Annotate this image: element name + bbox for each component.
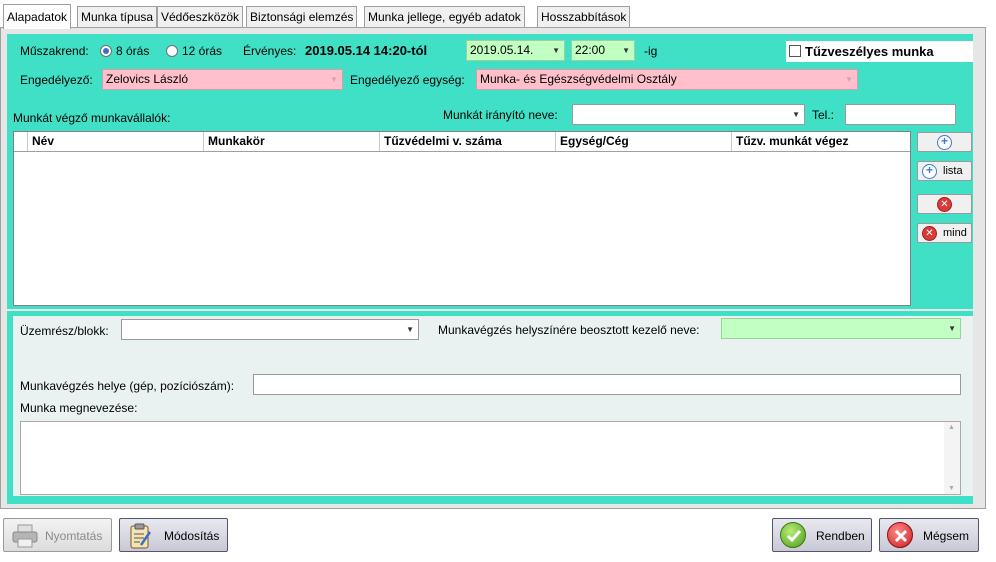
ok-label: Rendben — [816, 529, 865, 543]
validity-to-date-value: 2019.05.14. — [470, 43, 534, 57]
plant-unit-select[interactable]: ▼ — [121, 319, 419, 340]
shift-8-label[interactable]: 8 órás — [116, 44, 149, 58]
site-operator-label: Munkavégzés helyszínére beosztott kezelő… — [438, 323, 700, 337]
work-location-label: Munkavégzés helye (gép, pozíciószám): — [20, 379, 235, 393]
approver-unit-select[interactable]: Munka- és Egészségvédelmi Osztály ▼ — [476, 69, 858, 90]
chevron-down-icon[interactable]: ▼ — [792, 105, 800, 124]
cancel-label: Mégsem — [923, 529, 970, 543]
supervisor-label: Munkát irányító neve: — [443, 108, 558, 122]
close-icon — [887, 522, 913, 548]
col-egyseg[interactable]: Egység/Cég — [556, 132, 732, 151]
approver-unit-label: Engedélyező egység: — [350, 73, 465, 87]
validity-to-time[interactable]: 22:00 ▼ — [571, 40, 635, 61]
col-nev[interactable]: Név — [28, 132, 204, 151]
validity-to-date[interactable]: 2019.05.14. ▼ — [466, 40, 565, 61]
shift-8-radio[interactable] — [100, 45, 112, 57]
row-selector-header — [14, 132, 28, 151]
add-worker-button[interactable]: + — [917, 132, 972, 152]
work-name-scrollbar[interactable]: ▲ ▼ — [944, 422, 960, 494]
chevron-down-icon[interactable]: ▼ — [406, 320, 414, 339]
chevron-down-icon[interactable]: ▼ — [330, 70, 338, 89]
phone-input[interactable] — [845, 104, 956, 125]
chevron-down-icon[interactable]: ▼ — [948, 319, 956, 338]
tab-vedoeszkozok[interactable]: Védőeszközök — [157, 6, 244, 28]
work-name-label: Munka megnevezése: — [20, 401, 138, 415]
cancel-button[interactable]: Mégsem — [879, 518, 979, 552]
chevron-down-icon[interactable]: ▼ — [552, 41, 560, 60]
tab-munka-tipusa[interactable]: Munka típusa — [77, 6, 158, 28]
close-icon: ✕ — [922, 226, 937, 241]
plant-unit-label: Üzemrész/blokk: — [20, 324, 109, 338]
tab-munka-jellege[interactable]: Munka jellege, egyéb adatok — [364, 6, 525, 28]
add-list-button[interactable]: + lista — [917, 161, 972, 181]
fire-work-label[interactable]: Tűzveszélyes munka — [805, 44, 934, 59]
work-location-input[interactable] — [253, 374, 961, 395]
fire-work-box: Tűzveszélyes munka — [786, 41, 973, 62]
validity-from: 2019.05.14 14:20-tól — [305, 43, 428, 58]
remove-worker-button[interactable]: ✕ — [917, 194, 972, 214]
remove-all-button[interactable]: ✕ mind — [917, 223, 972, 243]
shift-12-label[interactable]: 12 órás — [182, 44, 222, 58]
shift-label: Műszakrend: — [20, 44, 89, 58]
close-icon: ✕ — [937, 197, 952, 212]
validity-to-time-value: 22:00 — [575, 43, 606, 57]
workers-table[interactable]: Név Munkakör Tűzvédelmi v. száma Egység/… — [13, 131, 911, 306]
workers-label: Munkát végző munkavállalók: — [13, 111, 171, 125]
supervisor-select[interactable]: ▼ — [572, 104, 805, 125]
col-tuzv-munka[interactable]: Tűzv. munkát végez — [732, 132, 910, 151]
validity-suffix: -ig — [644, 44, 658, 58]
checkmark-icon — [780, 522, 806, 548]
col-tuzvedelmi[interactable]: Tűzvédelmi v. száma — [380, 132, 556, 151]
modify-label: Módosítás — [164, 529, 220, 543]
print-button[interactable]: Nyomtatás — [3, 518, 112, 552]
print-label: Nyomtatás — [45, 529, 103, 543]
fire-work-checkbox[interactable] — [789, 45, 801, 57]
chevron-down-icon[interactable]: ▼ — [845, 70, 853, 89]
printer-icon — [11, 524, 39, 548]
clipboard-icon — [128, 523, 152, 549]
phone-label: Tel.: — [812, 108, 835, 122]
scroll-up-icon[interactable]: ▲ — [948, 424, 955, 431]
site-operator-select[interactable]: ▼ — [721, 318, 961, 339]
approver-label: Engedélyező: — [20, 73, 93, 87]
ok-button[interactable]: Rendben — [772, 518, 872, 552]
add-list-label: lista — [943, 165, 963, 177]
workers-table-header: Név Munkakör Tűzvédelmi v. száma Egység/… — [14, 132, 910, 152]
scroll-down-icon[interactable]: ▼ — [948, 485, 955, 492]
modify-button[interactable]: Módosítás — [119, 518, 228, 552]
remove-all-label: mind — [943, 227, 967, 239]
approver-unit-value: Munka- és Egészségvédelmi Osztály — [480, 72, 677, 86]
tab-bar: Alapadatok Munka típusa Védőeszközök Biz… — [0, 4, 996, 29]
tab-hosszabbitasok[interactable]: Hosszabbítások — [537, 6, 631, 28]
chevron-down-icon[interactable]: ▼ — [622, 41, 630, 60]
shift-12-radio[interactable] — [166, 45, 178, 57]
col-munkakor[interactable]: Munkakör — [204, 132, 380, 151]
plus-icon: + — [922, 164, 937, 179]
approver-value: Zelovics László — [106, 72, 189, 86]
approver-select[interactable]: Zelovics László ▼ — [102, 69, 343, 90]
validity-label: Érvényes: — [243, 44, 297, 58]
tab-biztonsagi-elemzes[interactable]: Biztonsági elemzés — [246, 6, 358, 28]
tab-alapadatok[interactable]: Alapadatok — [3, 4, 72, 29]
work-name-textarea[interactable]: ▲ ▼ — [20, 421, 961, 495]
plus-icon: + — [937, 135, 952, 150]
